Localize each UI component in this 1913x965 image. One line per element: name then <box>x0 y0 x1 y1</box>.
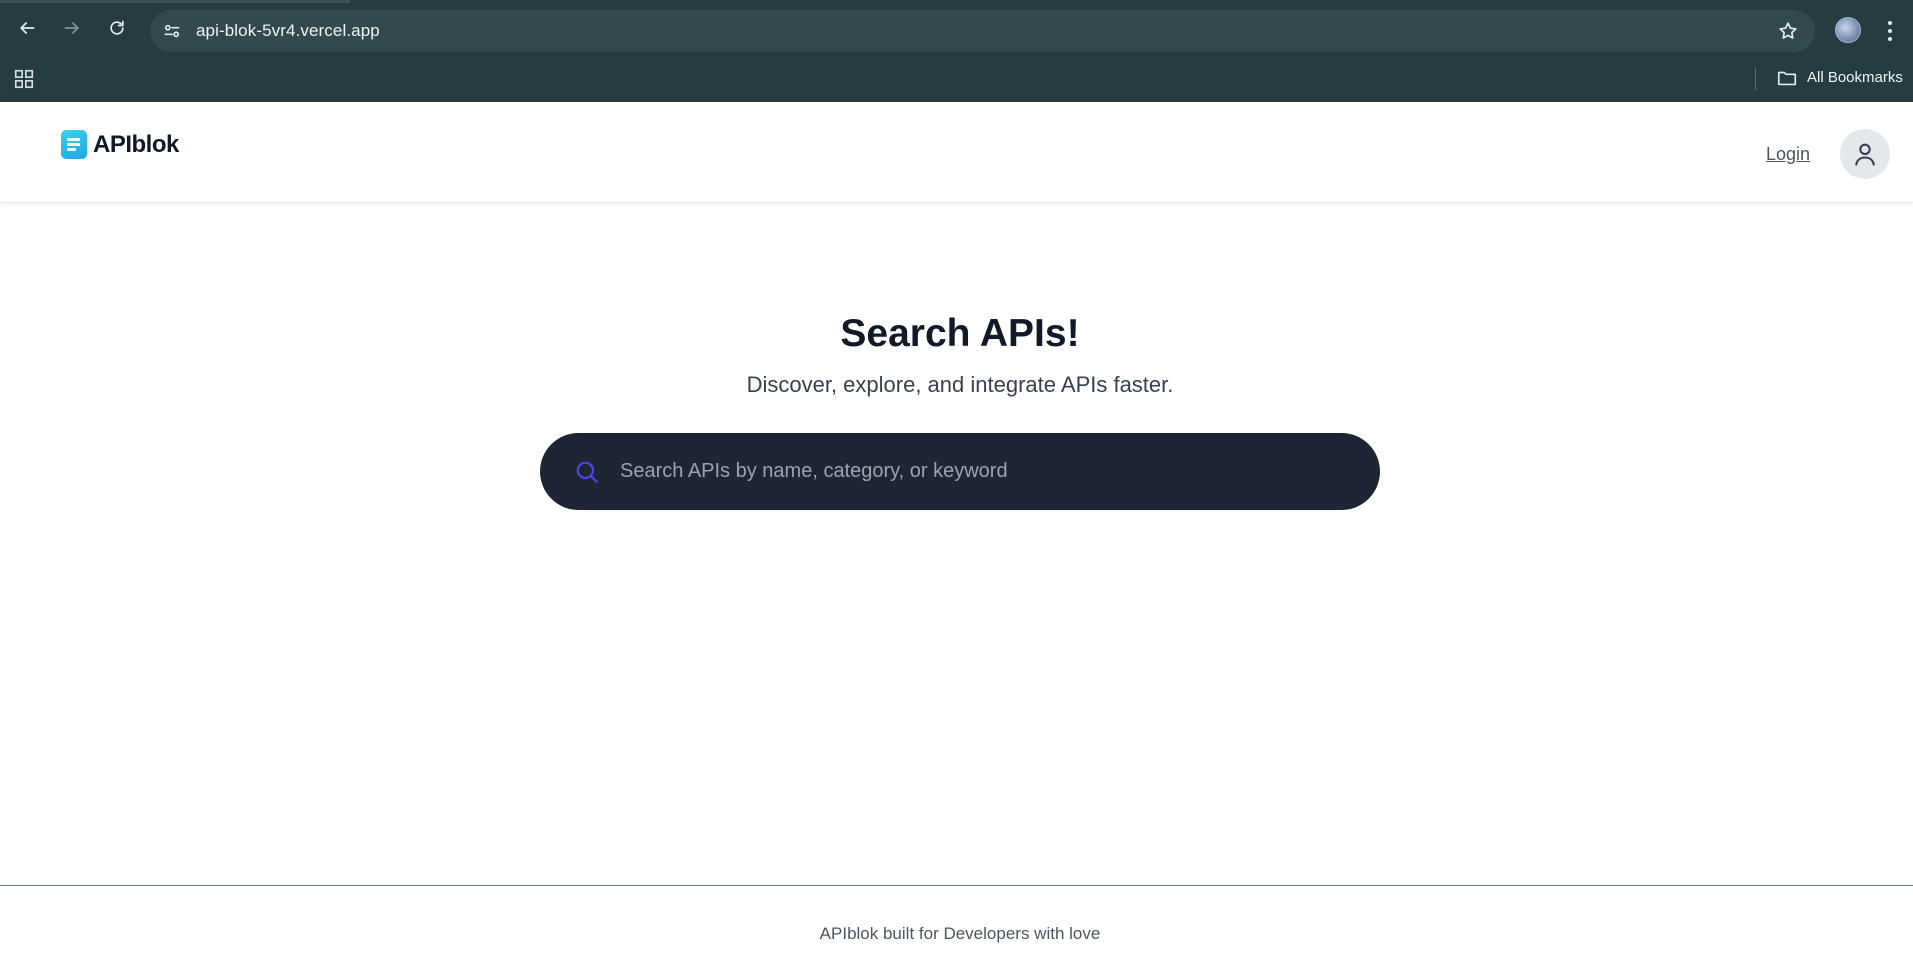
user-icon <box>1855 143 1875 166</box>
page: APIblok Login Search APIs! Discover, exp… <box>0 102 1913 965</box>
bookmark-star-icon[interactable] <box>1777 20 1799 42</box>
login-link[interactable]: Login <box>1766 144 1810 165</box>
bookmarks-separator <box>1755 68 1756 90</box>
site-settings-icon[interactable] <box>162 21 182 41</box>
logo-text: APIblok <box>93 130 179 158</box>
page-title: Search APIs! <box>840 312 1080 355</box>
more-menu-icon <box>1888 21 1892 41</box>
site-header: APIblok Login <box>0 102 1913 203</box>
bookmarks-bar: All Bookmarks <box>0 60 1913 102</box>
footer-text: APIblok built for Developers with love <box>819 924 1101 943</box>
more-menu-button[interactable] <box>1880 18 1900 44</box>
tab-strip-edge <box>0 0 350 3</box>
forward-button[interactable] <box>57 13 87 43</box>
user-avatar-button[interactable] <box>1840 129 1890 179</box>
browser-chrome: api-blok-5vr4.vercel.app All Bookmarks <box>0 0 1913 102</box>
url-text[interactable]: api-blok-5vr4.vercel.app <box>196 21 380 41</box>
search-icon <box>576 461 598 483</box>
profile-avatar[interactable] <box>1835 17 1861 43</box>
all-bookmarks-link[interactable]: All Bookmarks <box>1807 69 1903 86</box>
apps-grid-icon[interactable] <box>13 68 35 90</box>
logo-icon <box>61 130 87 159</box>
folder-icon[interactable] <box>1776 67 1798 89</box>
back-arrow-icon <box>20 22 35 34</box>
forward-arrow-icon <box>64 22 79 34</box>
back-button[interactable] <box>12 13 42 43</box>
reload-button[interactable] <box>102 13 132 43</box>
page-subtitle: Discover, explore, and integrate APIs fa… <box>746 372 1174 397</box>
logo[interactable]: APIblok <box>61 130 179 159</box>
reload-icon <box>110 20 124 35</box>
search-bar[interactable] <box>540 433 1380 510</box>
address-bar[interactable]: api-blok-5vr4.vercel.app <box>150 10 1815 52</box>
search-input[interactable] <box>618 451 1380 492</box>
site-footer: APIblok built for Developers with love <box>0 885 1913 965</box>
